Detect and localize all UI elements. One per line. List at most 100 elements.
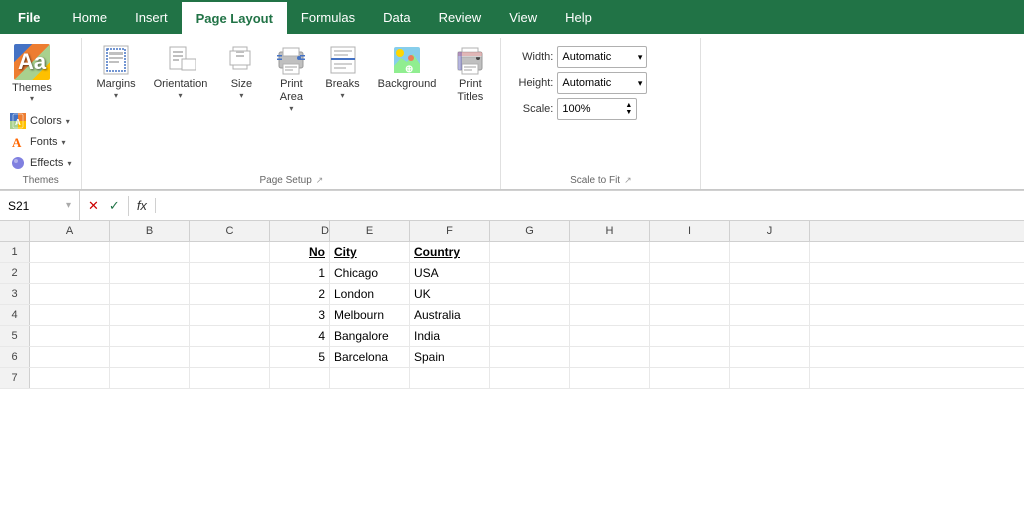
cell-j4[interactable] xyxy=(730,305,810,325)
cell-c4[interactable] xyxy=(190,305,270,325)
cell-a1[interactable] xyxy=(30,242,110,262)
cell-d7[interactable] xyxy=(270,368,330,388)
tab-page-layout[interactable]: Page Layout xyxy=(182,0,287,34)
cell-h2[interactable] xyxy=(570,263,650,283)
print-titles-button[interactable]: PrintTitles xyxy=(446,40,494,108)
cell-i7[interactable] xyxy=(650,368,730,388)
cell-g4[interactable] xyxy=(490,305,570,325)
row-header-7[interactable]: 7 xyxy=(0,368,30,388)
cancel-formula-button[interactable]: ✕ xyxy=(86,196,101,216)
cell-a4[interactable] xyxy=(30,305,110,325)
col-header-f[interactable]: F xyxy=(410,221,490,241)
cell-e1[interactable]: City xyxy=(330,242,410,262)
width-select[interactable]: Automatic ▾ xyxy=(557,46,647,68)
page-setup-expand-icon[interactable]: ↗ xyxy=(316,175,324,186)
tab-review[interactable]: Review xyxy=(425,0,496,34)
background-button[interactable]: ⊕ Background xyxy=(370,40,445,95)
cell-i6[interactable] xyxy=(650,347,730,367)
cell-e5[interactable]: Bangalore xyxy=(330,326,410,346)
cell-a5[interactable] xyxy=(30,326,110,346)
print-area-button[interactable]: PrintArea ▾ xyxy=(267,40,315,117)
tab-help[interactable]: Help xyxy=(551,0,606,34)
cell-a2[interactable] xyxy=(30,263,110,283)
col-header-h[interactable]: H xyxy=(570,221,650,241)
size-button[interactable]: Size ▾ xyxy=(217,40,265,104)
cell-reference-box[interactable]: S21 ▾ xyxy=(0,191,80,220)
cell-c6[interactable] xyxy=(190,347,270,367)
tab-home[interactable]: Home xyxy=(58,0,121,34)
cell-g1[interactable] xyxy=(490,242,570,262)
tab-insert[interactable]: Insert xyxy=(121,0,182,34)
cell-d6[interactable]: 5 xyxy=(270,347,330,367)
row-header-2[interactable]: 2 xyxy=(0,263,30,283)
cell-c7[interactable] xyxy=(190,368,270,388)
cell-c1[interactable] xyxy=(190,242,270,262)
col-header-g[interactable]: G xyxy=(490,221,570,241)
cell-e6[interactable]: Barcelona xyxy=(330,347,410,367)
cell-i1[interactable] xyxy=(650,242,730,262)
cell-g7[interactable] xyxy=(490,368,570,388)
cell-f6[interactable]: Spain xyxy=(410,347,490,367)
cell-f7[interactable] xyxy=(410,368,490,388)
row-header-1[interactable]: 1 xyxy=(0,242,30,262)
confirm-formula-button[interactable]: ✓ xyxy=(107,196,122,216)
fonts-button[interactable]: A Fonts ▾ xyxy=(6,132,75,152)
cell-c3[interactable] xyxy=(190,284,270,304)
scale-spinner[interactable]: ▲ ▼ xyxy=(625,102,632,116)
cell-i3[interactable] xyxy=(650,284,730,304)
cell-a6[interactable] xyxy=(30,347,110,367)
tab-formulas[interactable]: Formulas xyxy=(287,0,369,34)
tab-file[interactable]: File xyxy=(0,0,58,34)
corner-cell[interactable] xyxy=(0,221,30,241)
row-header-6[interactable]: 6 xyxy=(0,347,30,367)
cell-e2[interactable]: Chicago xyxy=(330,263,410,283)
scale-expand-icon[interactable]: ↗ xyxy=(624,175,632,186)
cell-j1[interactable] xyxy=(730,242,810,262)
cell-a7[interactable] xyxy=(30,368,110,388)
cell-b6[interactable] xyxy=(110,347,190,367)
cell-h7[interactable] xyxy=(570,368,650,388)
col-header-a[interactable]: A xyxy=(30,221,110,241)
margins-button[interactable]: Margins ▾ xyxy=(88,40,143,104)
cell-h1[interactable] xyxy=(570,242,650,262)
cell-j6[interactable] xyxy=(730,347,810,367)
cell-a3[interactable] xyxy=(30,284,110,304)
col-header-b[interactable]: B xyxy=(110,221,190,241)
cell-i4[interactable] xyxy=(650,305,730,325)
cell-g5[interactable] xyxy=(490,326,570,346)
cell-g2[interactable] xyxy=(490,263,570,283)
cell-b3[interactable] xyxy=(110,284,190,304)
cell-i5[interactable] xyxy=(650,326,730,346)
effects-button[interactable]: Effects ▾ xyxy=(6,153,75,173)
cell-c2[interactable] xyxy=(190,263,270,283)
cell-f1[interactable]: Country xyxy=(410,242,490,262)
cell-b7[interactable] xyxy=(110,368,190,388)
cell-d4[interactable]: 3 xyxy=(270,305,330,325)
col-header-j[interactable]: J xyxy=(730,221,810,241)
cell-d2[interactable]: 1 xyxy=(270,263,330,283)
tab-data[interactable]: Data xyxy=(369,0,424,34)
col-header-i[interactable]: I xyxy=(650,221,730,241)
col-header-c[interactable]: C xyxy=(190,221,270,241)
cell-f3[interactable]: UK xyxy=(410,284,490,304)
row-header-4[interactable]: 4 xyxy=(0,305,30,325)
row-header-5[interactable]: 5 xyxy=(0,326,30,346)
cell-g6[interactable] xyxy=(490,347,570,367)
cell-e7[interactable] xyxy=(330,368,410,388)
col-header-e[interactable]: E xyxy=(330,221,410,241)
cell-h3[interactable] xyxy=(570,284,650,304)
cell-c5[interactable] xyxy=(190,326,270,346)
cell-h5[interactable] xyxy=(570,326,650,346)
cell-b2[interactable] xyxy=(110,263,190,283)
scale-input[interactable]: 100% ▲ ▼ xyxy=(557,98,637,120)
cell-b4[interactable] xyxy=(110,305,190,325)
function-wizard-button[interactable]: fx xyxy=(129,198,156,213)
row-header-3[interactable]: 3 xyxy=(0,284,30,304)
orientation-button[interactable]: Orientation ▾ xyxy=(146,40,216,104)
cell-f4[interactable]: Australia xyxy=(410,305,490,325)
cell-f2[interactable]: USA xyxy=(410,263,490,283)
height-select[interactable]: Automatic ▾ xyxy=(557,72,647,94)
cell-e4[interactable]: Melbourn xyxy=(330,305,410,325)
breaks-button[interactable]: Breaks ▾ xyxy=(317,40,367,104)
cell-d3[interactable]: 2 xyxy=(270,284,330,304)
